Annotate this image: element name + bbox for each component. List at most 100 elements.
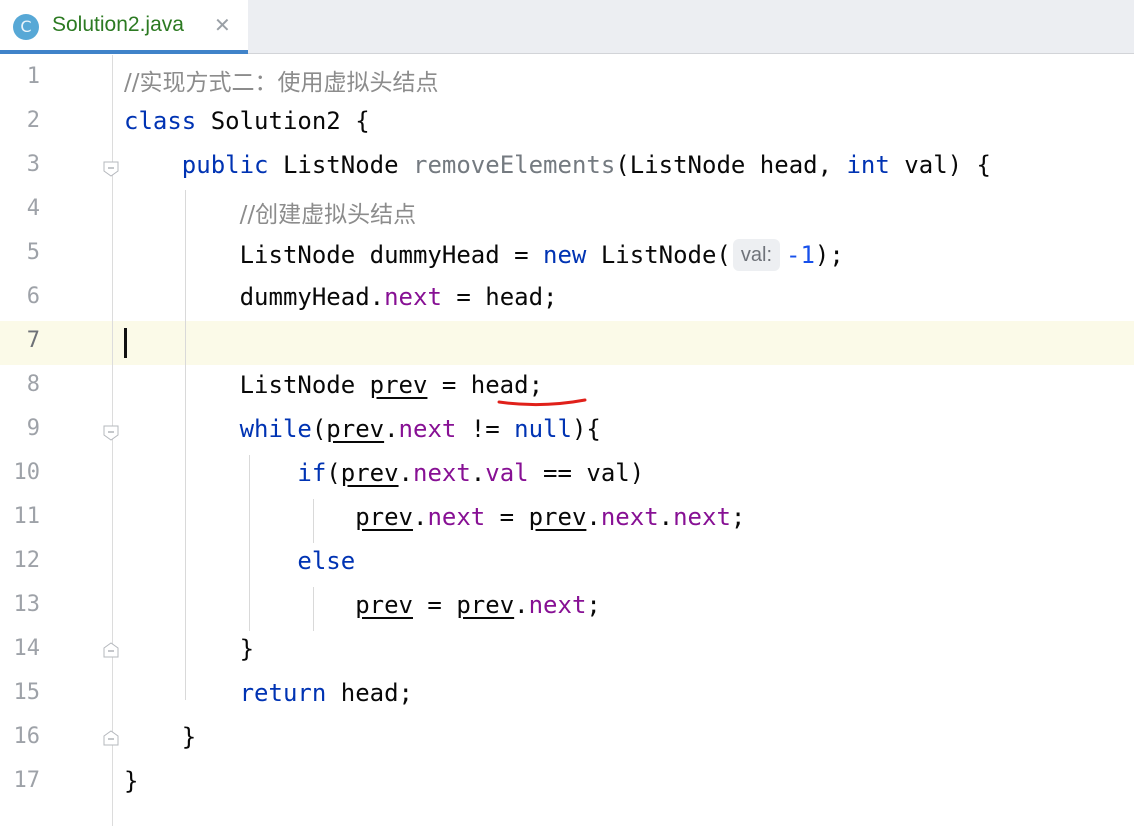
line-number: 6 bbox=[26, 284, 40, 309]
code-token: int bbox=[846, 151, 890, 179]
code-token: new bbox=[543, 241, 587, 269]
code-line[interactable]: 17} bbox=[0, 759, 1134, 803]
code-token: next bbox=[673, 503, 731, 531]
code-line[interactable]: 16 } bbox=[0, 715, 1134, 759]
code-text[interactable]: prev.next = prev.next.next; bbox=[124, 503, 745, 531]
code-token: Solution2 { bbox=[196, 107, 370, 135]
code-text[interactable]: //实现方式二：使用虚拟头结点 bbox=[124, 63, 439, 97]
fold-collapse-icon[interactable] bbox=[103, 161, 119, 177]
code-token: . bbox=[384, 415, 399, 443]
code-token: = bbox=[485, 503, 529, 531]
code-token: removeElements bbox=[413, 151, 616, 179]
code-token: . bbox=[470, 459, 486, 487]
code-token: . bbox=[586, 503, 601, 531]
code-text[interactable]: } bbox=[124, 635, 254, 663]
fold-collapse-icon[interactable] bbox=[103, 425, 119, 441]
code-text[interactable]: public ListNode removeElements(ListNode … bbox=[124, 151, 991, 179]
code-editor[interactable]: 1 //实现方式二：使用虚拟头结点 2 class Solution2 {3 publ… bbox=[0, 55, 1134, 826]
code-line[interactable]: 3 public ListNode removeElements(ListNod… bbox=[0, 143, 1134, 187]
tab-title[interactable]: Solution2.java bbox=[52, 13, 184, 37]
code-token: next bbox=[528, 591, 587, 619]
parameter-hint: val: bbox=[732, 239, 781, 271]
line-number: 12 bbox=[13, 548, 41, 573]
code-token: null bbox=[514, 415, 572, 443]
code-line[interactable]: 10 if(prev.next.val == val) bbox=[0, 451, 1134, 495]
fold-end-icon[interactable] bbox=[103, 730, 119, 746]
code-token: = bbox=[412, 591, 457, 619]
code-token: (ListNode head, bbox=[615, 151, 847, 179]
code-text[interactable]: else bbox=[124, 547, 355, 575]
indent-guide bbox=[185, 190, 186, 700]
code-token: . bbox=[398, 459, 413, 487]
fold-end-icon[interactable] bbox=[103, 642, 119, 658]
code-text[interactable]: ListNode prev = head; bbox=[124, 371, 543, 399]
line-number: 10 bbox=[13, 460, 41, 485]
line-number: 16 bbox=[13, 724, 41, 749]
line-number: 8 bbox=[26, 372, 40, 397]
editor-tab-bar: C Solution2.java ✕ bbox=[0, 0, 1134, 54]
code-line[interactable]: 11 prev.next = prev.next.next; bbox=[0, 495, 1134, 539]
code-text[interactable]: } bbox=[124, 723, 196, 751]
code-line[interactable]: 12 else bbox=[0, 539, 1134, 583]
code-token: ListNode( bbox=[586, 241, 731, 269]
code-line[interactable]: 14 } bbox=[0, 627, 1134, 671]
code-token: next bbox=[600, 503, 659, 531]
code-text[interactable]: class Solution2 { bbox=[124, 107, 370, 135]
code-token: } bbox=[124, 767, 139, 795]
code-line[interactable]: 2 class Solution2 { bbox=[0, 99, 1134, 143]
code-token: //创建虚拟头结点 bbox=[239, 202, 417, 228]
code-token: prev bbox=[528, 503, 587, 531]
code-line[interactable]: 1 //实现方式二：使用虚拟头结点 bbox=[0, 55, 1134, 99]
file-tab-solution2[interactable]: C Solution2.java ✕ bbox=[0, 0, 248, 54]
code-text[interactable]: ListNode dummyHead = new ListNode(val: -1… bbox=[124, 239, 844, 271]
code-line[interactable]: 5 ListNode dummyHead = new ListNode(val:… bbox=[0, 231, 1134, 275]
line-number: 17 bbox=[13, 768, 41, 793]
code-token: next bbox=[427, 503, 486, 531]
code-token: != bbox=[456, 415, 515, 443]
code-text[interactable]: } bbox=[124, 767, 138, 795]
code-token: } bbox=[124, 635, 255, 663]
code-token: public bbox=[181, 151, 269, 179]
code-line[interactable]: 6 dummyHead.next = head; bbox=[0, 275, 1134, 319]
code-token: next bbox=[398, 415, 457, 443]
code-token: //实现方式二：使用虚拟头结点 bbox=[124, 70, 439, 96]
code-token: prev bbox=[456, 591, 515, 619]
code-token: else bbox=[297, 547, 356, 575]
code-line[interactable]: 13 prev = prev.next; bbox=[0, 583, 1134, 627]
line-number: 13 bbox=[13, 592, 41, 617]
java-class-icon: C bbox=[13, 14, 39, 40]
code-line[interactable]: 4 //创建虚拟头结点 bbox=[0, 187, 1134, 231]
code-token: ListNode bbox=[124, 371, 370, 399]
code-line[interactable]: 7 bbox=[0, 319, 1134, 363]
indent-guide bbox=[313, 499, 314, 543]
code-text[interactable]: prev = prev.next; bbox=[124, 591, 601, 619]
code-text[interactable]: dummyHead.next = head; bbox=[124, 283, 558, 311]
text-caret bbox=[124, 328, 127, 358]
code-token: prev bbox=[369, 371, 428, 399]
code-token: ){ bbox=[571, 415, 601, 443]
close-icon[interactable]: ✕ bbox=[214, 13, 231, 37]
code-token: . bbox=[658, 503, 674, 531]
code-token: val bbox=[485, 459, 529, 487]
line-number: 11 bbox=[13, 504, 41, 529]
code-text[interactable]: if(prev.next.val == val) bbox=[124, 459, 644, 487]
code-token: next bbox=[413, 459, 471, 487]
code-token: while bbox=[239, 415, 312, 443]
code-token: . bbox=[514, 591, 529, 619]
line-number: 15 bbox=[13, 680, 41, 705]
code-token: prev bbox=[355, 503, 413, 531]
code-text[interactable]: while(prev.next != null){ bbox=[124, 415, 601, 443]
code-line[interactable]: 15 return head; bbox=[0, 671, 1134, 715]
line-number: 3 bbox=[26, 152, 40, 177]
code-token: = head; bbox=[427, 371, 544, 399]
code-text[interactable]: //创建虚拟头结点 bbox=[124, 195, 417, 229]
code-token: ; bbox=[586, 591, 601, 619]
code-text[interactable]: return head; bbox=[124, 679, 413, 707]
code-token: head; bbox=[326, 679, 413, 707]
code-line[interactable]: 9 while(prev.next != null){ bbox=[0, 407, 1134, 451]
code-token: = head; bbox=[441, 283, 558, 311]
